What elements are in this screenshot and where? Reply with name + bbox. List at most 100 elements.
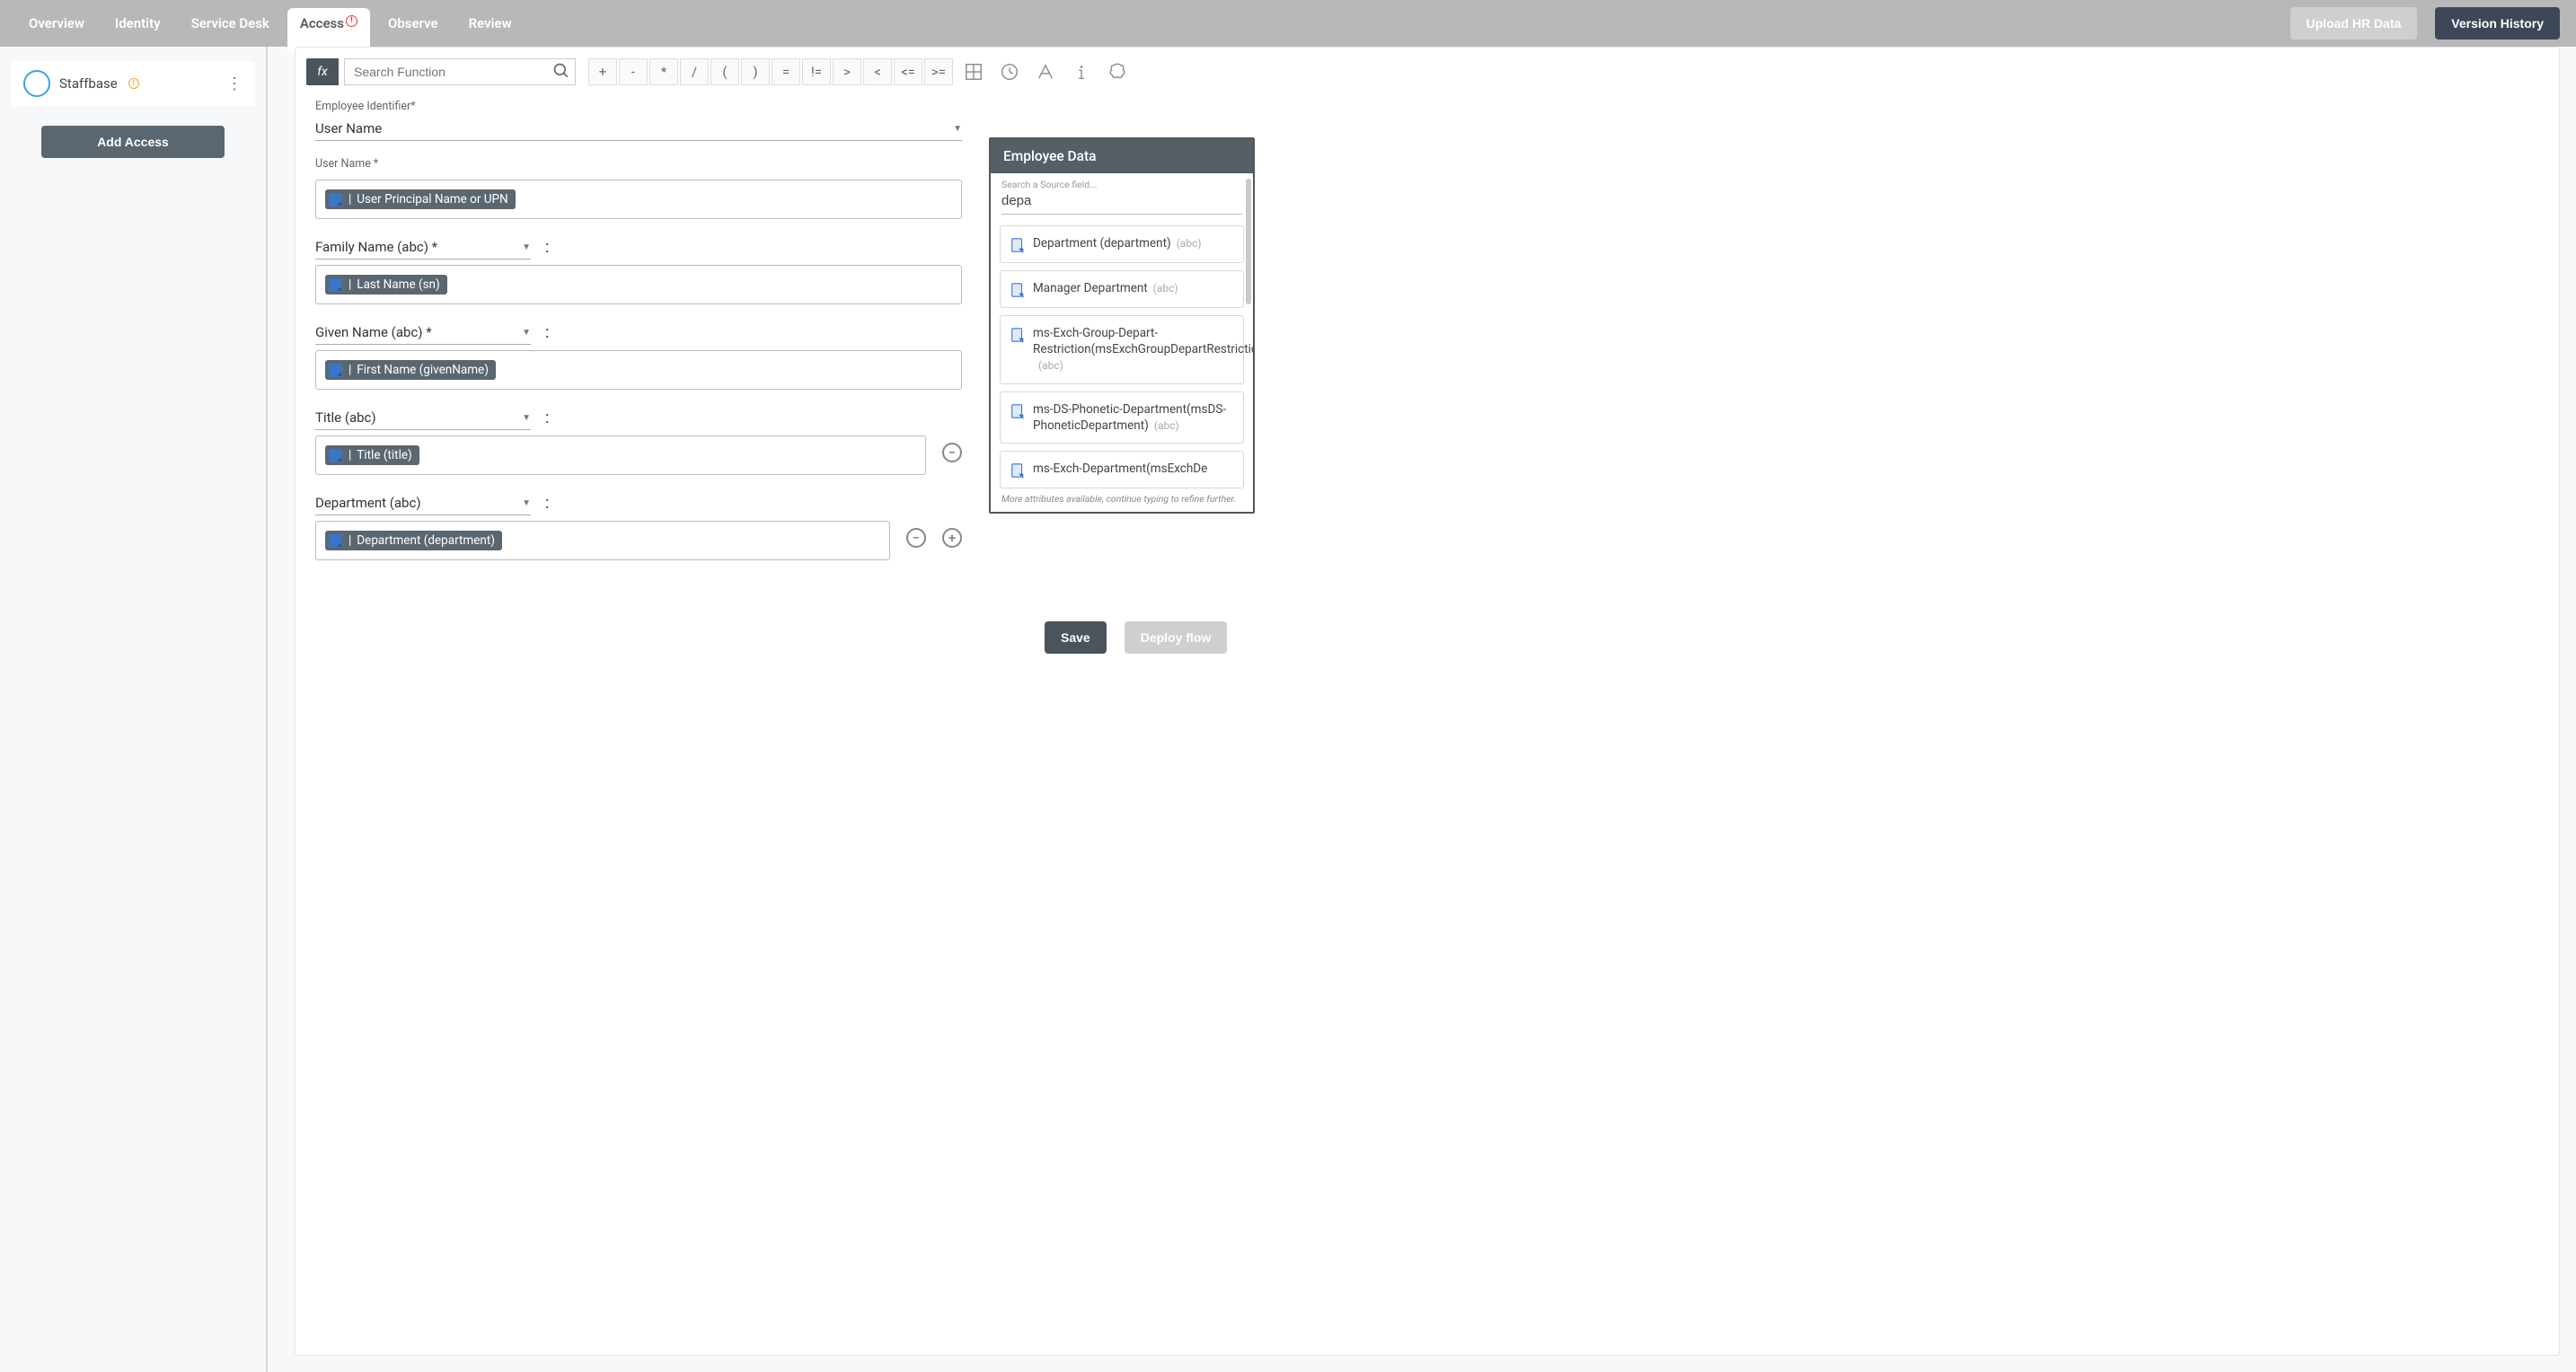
employee-item-label: ms-DS-Phonetic-Department(msDS-PhoneticD… — [1033, 402, 1226, 433]
operator-button[interactable]: = — [772, 58, 800, 85]
field-select[interactable]: Given Name (abc) * ▼ — [315, 321, 531, 345]
brain-tool-icon[interactable] — [1102, 57, 1133, 87]
field-select[interactable]: Title (abc)▼ — [315, 406, 531, 430]
type-tag: (abc) — [1154, 419, 1179, 432]
chip-divider: | — [348, 277, 351, 292]
source-field-icon — [329, 449, 342, 462]
staffbase-logo-icon — [23, 70, 50, 97]
employee-data-panel: Employee Data Search a Source field... D… — [989, 137, 1255, 514]
operator-button[interactable]: + — [588, 58, 617, 85]
expression-input[interactable]: |Title (title) — [315, 435, 926, 475]
employee-item-label: Manager Department — [1033, 281, 1148, 295]
chip-label: Title (title) — [357, 448, 411, 462]
map-colon: : — [545, 238, 549, 257]
chip-label: First Name (givenName) — [357, 363, 489, 377]
field-block: Given Name (abc) * ▼: | First Name (givenNa… — [315, 321, 962, 390]
operator-button[interactable]: * — [649, 58, 678, 85]
chevron-down-icon: ▼ — [522, 328, 531, 338]
map-colon: : — [545, 409, 549, 427]
expression-input[interactable]: | User Principal Name or UPN — [315, 180, 962, 219]
employee-data-item[interactable]: ms-Exch-Group-Depart-Restriction(msExchG… — [1000, 315, 1244, 384]
chevron-down-icon: ▼ — [522, 498, 531, 508]
remove-field-button[interactable]: − — [906, 528, 926, 548]
operator-button[interactable]: <= — [894, 58, 922, 85]
clock-tool-icon[interactable] — [994, 57, 1025, 87]
remove-field-button[interactable]: − — [942, 443, 962, 462]
source-field-icon — [1010, 327, 1026, 343]
field-chip[interactable]: | First Name (givenName) — [325, 360, 496, 380]
field-chip[interactable]: |Last Name (sn) — [325, 275, 447, 295]
employee-data-title: Employee Data — [991, 139, 1253, 173]
function-bar: fx +-*/()=!=><<=>= — [296, 57, 2559, 100]
warning-badge-icon: ! — [128, 78, 139, 89]
source-field-icon — [1010, 282, 1026, 298]
employee-identifier-label: Employee Identifier* — [315, 100, 962, 113]
search-icon — [552, 62, 570, 80]
chip-divider: | — [348, 533, 351, 548]
field-block: Title (abc)▼: |Title (title) − — [315, 406, 962, 475]
operator-button[interactable]: != — [802, 58, 831, 85]
field-chip[interactable]: |Title (title) — [325, 445, 419, 465]
expression-input[interactable]: | First Name (givenName) — [315, 350, 962, 390]
app-name-label: Staffbase — [59, 75, 118, 92]
employee-data-list: Department (department)(abc)Manager Depa… — [991, 222, 1253, 491]
operator-button[interactable]: >= — [924, 58, 953, 85]
nav-tab-identity[interactable]: Identity — [102, 8, 173, 39]
table-tool-icon[interactable] — [958, 57, 989, 87]
chip-label: User Principal Name or UPN — [357, 192, 507, 207]
nav-tab-review[interactable]: Review — [456, 8, 525, 39]
upload-hr-data-button[interactable]: Upload HR Data — [2290, 7, 2418, 40]
field-chip[interactable]: | User Principal Name or UPN — [325, 189, 516, 209]
chip-divider: | — [348, 192, 351, 207]
employee-identifier-value: User Name — [315, 120, 382, 136]
app-row-staffbase[interactable]: Staffbase! ⋮ — [11, 61, 255, 106]
map-colon: : — [545, 323, 549, 342]
scrollbar[interactable] — [1246, 179, 1251, 304]
text-tool-icon[interactable] — [1030, 57, 1061, 87]
info-tool-icon[interactable] — [1066, 57, 1097, 87]
function-search-input[interactable] — [344, 58, 576, 85]
employee-data-item[interactable]: ms-Exch-Department(msExchDe — [1000, 451, 1244, 488]
expression-input[interactable]: |Last Name (sn) — [315, 265, 962, 304]
chevron-down-icon: ▼ — [522, 242, 531, 252]
operator-button[interactable]: < — [863, 58, 892, 85]
type-tag: (abc) — [1038, 359, 1063, 372]
field-select[interactable]: Department (abc)▼ — [315, 491, 531, 515]
version-history-button[interactable]: Version History — [2435, 7, 2560, 40]
operator-button[interactable]: / — [680, 58, 709, 85]
chip-label: Department (department) — [357, 533, 495, 548]
field-block: Department (abc)▼:|Department (departmen… — [315, 491, 962, 560]
add-field-button[interactable]: + — [942, 528, 962, 548]
save-button[interactable]: Save — [1045, 621, 1107, 654]
field-select[interactable]: Family Name (abc) *▼ — [315, 235, 531, 259]
operator-button[interactable]: ( — [710, 58, 739, 85]
nav-tab-service-desk[interactable]: Service Desk — [179, 8, 282, 39]
chevron-down-icon: ▼ — [953, 124, 962, 134]
employee-data-item[interactable]: Department (department)(abc) — [1000, 225, 1244, 263]
alert-badge-icon: ! — [346, 15, 357, 27]
nav-tab-overview[interactable]: Overview — [16, 8, 97, 39]
employee-item-label: ms-Exch-Group-Depart-Restriction(msExchG… — [1033, 326, 1253, 356]
operator-button[interactable]: > — [833, 58, 861, 85]
employee-item-label: Department (department) — [1033, 236, 1171, 251]
employee-data-item[interactable]: Manager Department (abc) — [1000, 270, 1244, 308]
expression-input[interactable]: | Department (department) — [315, 521, 890, 560]
field-label: Given Name (abc) * — [315, 324, 432, 340]
field-label: User Name * — [315, 157, 962, 171]
add-access-button[interactable]: Add Access — [41, 126, 225, 158]
source-field-icon — [1010, 462, 1026, 479]
kebab-menu-icon[interactable]: ⋮ — [226, 75, 243, 93]
employee-data-item[interactable]: ms-DS-Phonetic-Department(msDS-PhoneticD… — [1000, 391, 1244, 444]
employee-identifier-select[interactable]: User Name ▼ — [315, 117, 962, 141]
chip-divider: | — [348, 363, 351, 377]
operator-button[interactable]: - — [619, 58, 648, 85]
employee-search-input[interactable] — [1001, 190, 1242, 215]
source-field-icon — [329, 534, 342, 548]
nav-tab-observe[interactable]: Observe — [375, 8, 451, 39]
field-block: User Name * | User Principal Name or UPN — [315, 157, 962, 219]
operator-button[interactable]: ) — [741, 58, 770, 85]
field-chip[interactable]: | Department (department) — [325, 531, 502, 550]
type-tag: (abc) — [1153, 282, 1178, 295]
deploy-flow-button[interactable]: Deploy flow — [1125, 621, 1228, 654]
employee-item-label: ms-Exch-Department(msExchDe — [1033, 462, 1207, 476]
